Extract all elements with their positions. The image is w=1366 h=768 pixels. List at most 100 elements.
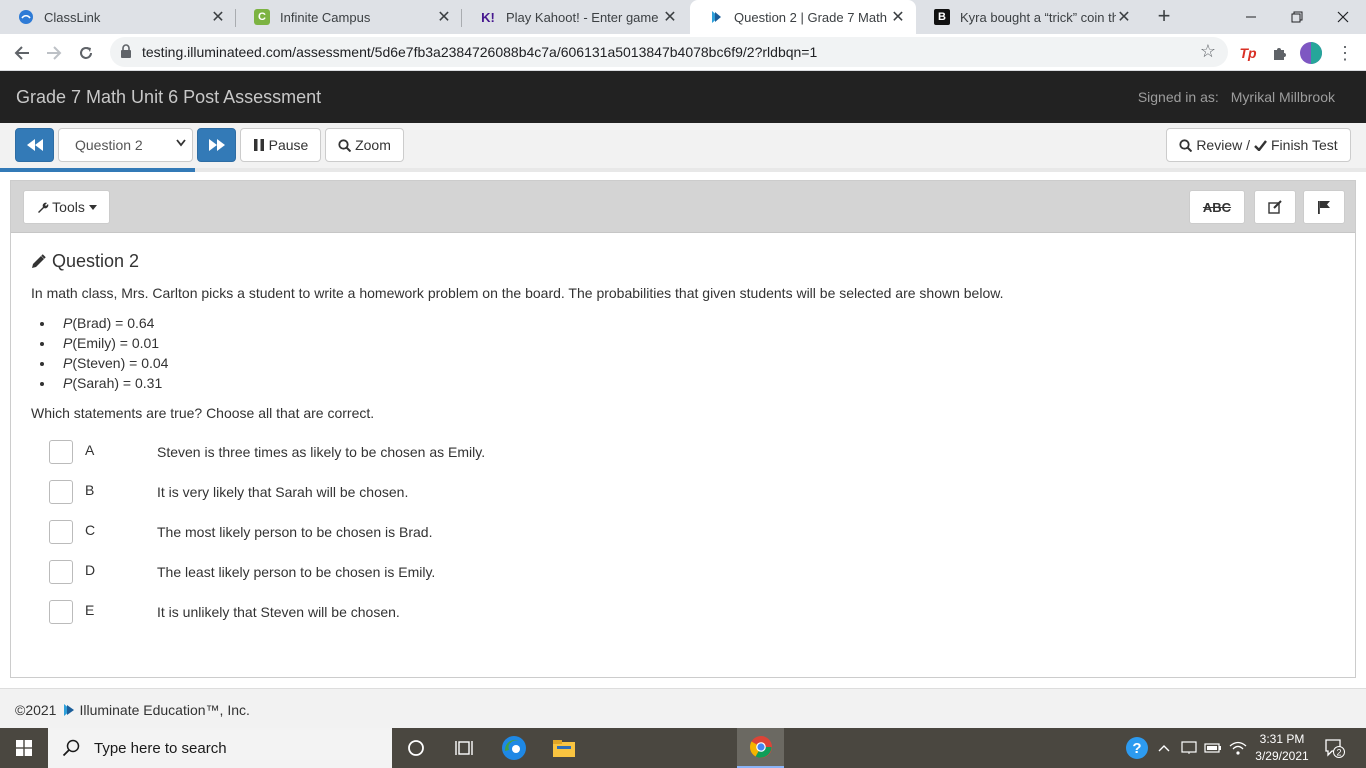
checkbox[interactable] [49, 520, 73, 544]
battery-icon[interactable] [1202, 728, 1224, 768]
zoom-button[interactable]: Zoom [325, 128, 404, 162]
windows-start-button[interactable] [0, 728, 48, 768]
browser-tab-infinite-campus[interactable]: C Infinite Campus ✕ [236, 0, 462, 34]
probability-symbol: P [63, 335, 73, 351]
copyright-notice: ©2021 Illuminate Education™, Inc. [15, 702, 250, 718]
question-prompt: In math class, Mrs. Carlton picks a stud… [31, 285, 1004, 301]
teacherpal-extension-icon[interactable]: Tp [1237, 42, 1259, 64]
tools-label: Tools [52, 199, 85, 215]
signed-in-info: Signed in as: Myrikal Millbrook [1138, 89, 1335, 105]
choice-text[interactable]: The least likely person to be chosen is … [157, 564, 435, 580]
display-icon[interactable] [1178, 728, 1200, 768]
notification-center-icon[interactable]: 2 [1320, 728, 1350, 768]
extensions-puzzle-icon[interactable] [1268, 42, 1290, 64]
address-bar[interactable]: testing.illuminateed.com/assessment/5d6e… [110, 37, 1228, 67]
answer-choice-b[interactable]: B It is very likely that Sarah will be c… [49, 479, 749, 505]
close-tab-icon[interactable]: ✕ [890, 7, 906, 27]
probability-value: (Brad) = 0.64 [72, 315, 155, 331]
notification-count: 2 [1336, 748, 1341, 758]
browser-tab-brainly[interactable]: B Kyra bought a “trick” coin that ✕ [916, 0, 1142, 34]
browser-menu-icon[interactable]: ⋮ [1334, 42, 1356, 64]
chevron-down-icon [176, 139, 186, 150]
file-explorer-icon[interactable] [540, 728, 588, 768]
answer-eliminator-button[interactable]: ABC [1189, 190, 1245, 224]
close-tab-icon[interactable]: ✕ [662, 7, 678, 27]
minimize-button[interactable] [1228, 0, 1274, 34]
checkbox[interactable] [49, 600, 73, 624]
chrome-taskbar-icon[interactable] [737, 728, 784, 768]
checkbox[interactable] [49, 480, 73, 504]
edit-icon [1268, 200, 1282, 214]
forward-arrow-icon[interactable] [40, 39, 68, 67]
question-panel: Tools ABC Question 2 In math class, Mrs.… [10, 180, 1356, 678]
question-select-value: Question 2 [75, 137, 143, 153]
page-footer: ©2021 Illuminate Education™, Inc. [0, 688, 1366, 728]
browser-tab-classlink[interactable]: ClassLink ✕ [0, 0, 236, 34]
probability-symbol: P [63, 315, 73, 331]
pause-label: Pause [268, 137, 309, 153]
search-placeholder: Type here to search [94, 739, 227, 757]
next-question-button[interactable] [197, 128, 236, 162]
review-label: Review / [1196, 137, 1250, 153]
signed-in-label: Signed in as: [1137, 89, 1219, 105]
restore-button[interactable] [1274, 0, 1320, 34]
answer-choice-c[interactable]: C The most likely person to be chosen is… [49, 519, 749, 545]
close-tab-icon[interactable]: ✕ [436, 7, 452, 27]
checkbox[interactable] [49, 560, 73, 584]
answer-choice-e[interactable]: E It is unlikely that Steven will be cho… [49, 599, 749, 625]
choice-letter: E [85, 602, 95, 618]
abc-strikethrough-icon: ABC [1202, 199, 1232, 215]
choice-text[interactable]: The most likely person to be chosen is B… [157, 524, 432, 540]
bookmark-star-icon[interactable]: ☆ [1200, 41, 1216, 62]
chevron-up-icon[interactable] [1154, 728, 1174, 768]
tab-title: ClassLink [44, 9, 101, 25]
cortana-icon[interactable] [392, 728, 440, 768]
choice-text[interactable]: Steven is three times as likely to be ch… [157, 444, 485, 460]
back-arrow-icon[interactable] [8, 39, 36, 67]
wifi-icon[interactable] [1226, 728, 1250, 768]
company-name: Illuminate Education™, Inc. [79, 702, 250, 718]
choice-text[interactable]: It is very likely that Sarah will be cho… [157, 484, 408, 500]
browser-tab-question-2[interactable]: Question 2 | Grade 7 Math Un ✕ [690, 0, 916, 34]
probability-value: (Steven) = 0.04 [72, 355, 169, 371]
edge-browser-icon[interactable] [490, 728, 538, 768]
flag-question-button[interactable] [1303, 190, 1345, 224]
notes-button[interactable] [1254, 190, 1296, 224]
probability-list: P(Brad) = 0.64 P(Emily) = 0.01 P(Steven)… [55, 313, 168, 393]
forward-icon [208, 139, 225, 151]
taskbar-search-box[interactable]: Type here to search [48, 728, 392, 768]
choice-letter: C [85, 522, 96, 538]
progress-fill [0, 168, 196, 172]
lock-icon[interactable] [120, 44, 132, 63]
task-view-icon[interactable] [440, 728, 488, 768]
checkbox[interactable] [49, 440, 73, 464]
reload-icon[interactable] [72, 39, 100, 67]
question-select[interactable]: Question 2 [58, 128, 193, 162]
answer-choice-a[interactable]: A Steven is three times as likely to be … [49, 439, 749, 465]
browser-toolbar: testing.illuminateed.com/assessment/5d6e… [0, 34, 1366, 71]
choice-letter: D [85, 562, 96, 578]
close-window-button[interactable] [1320, 0, 1366, 34]
question-heading: Question 2 [31, 251, 139, 272]
url-text: testing.illuminateed.com/assessment/5d6e… [142, 44, 818, 60]
system-clock[interactable]: 3:31 PM 3/29/2021 [1252, 731, 1312, 765]
tools-dropdown-button[interactable]: Tools [23, 190, 110, 224]
browser-tab-kahoot[interactable]: K! Play Kahoot! - Enter game PIN ✕ [462, 0, 688, 34]
new-tab-button[interactable]: + [1152, 5, 1176, 29]
windows-taskbar: Type here to search ? 3:31 PM 3/29/2021 … [0, 728, 1366, 768]
review-finish-button[interactable]: Review / Finish Test [1166, 128, 1351, 162]
close-tab-icon[interactable]: ✕ [210, 7, 226, 27]
app-header: Grade 7 Math Unit 6 Post Assessment Sign… [0, 71, 1366, 123]
profile-avatar[interactable] [1300, 42, 1322, 64]
list-item: P(Brad) = 0.64 [55, 313, 168, 333]
previous-question-button[interactable] [15, 128, 54, 162]
pause-button[interactable]: Pause [240, 128, 321, 162]
illuminate-icon [708, 9, 724, 25]
choice-text[interactable]: It is unlikely that Steven will be chose… [157, 604, 400, 620]
close-tab-icon[interactable]: ✕ [1116, 7, 1132, 27]
windows-logo-icon [16, 740, 32, 756]
help-icon[interactable]: ? [1124, 728, 1150, 768]
illuminate-logo-icon [64, 704, 75, 716]
answer-choice-d[interactable]: D The least likely person to be chosen i… [49, 559, 749, 585]
probability-value: (Emily) = 0.01 [72, 335, 160, 351]
